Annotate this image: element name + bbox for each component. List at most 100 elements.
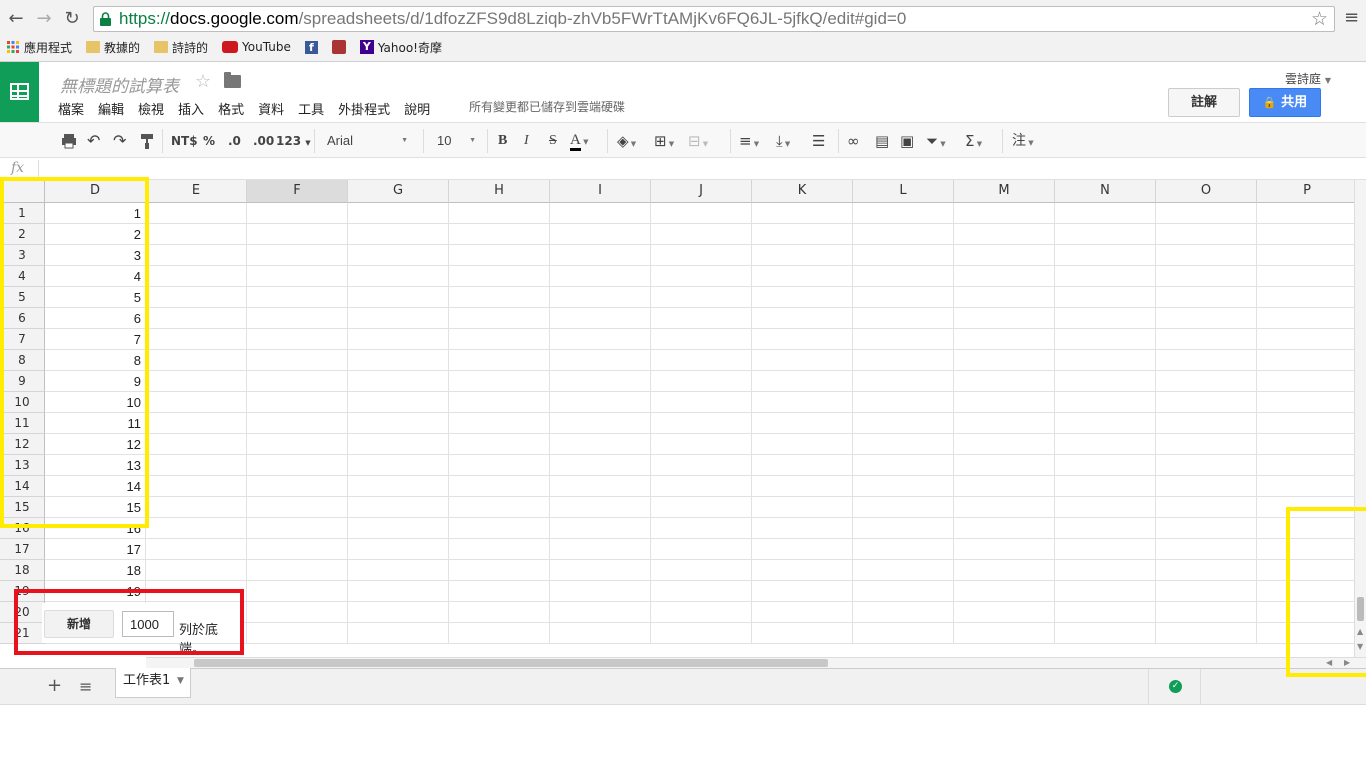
cell-l1[interactable] [853, 203, 954, 224]
italic-button[interactable]: I [524, 131, 529, 151]
cell-f18[interactable] [247, 560, 348, 581]
cell-g21[interactable] [348, 623, 449, 644]
cell-e9[interactable] [146, 371, 247, 392]
cell-d11[interactable]: 11 [45, 413, 146, 434]
cell-m17[interactable] [954, 539, 1055, 560]
cell-p9[interactable] [1257, 371, 1354, 392]
cell-n20[interactable] [1055, 602, 1156, 623]
vertical-align-icon[interactable]: ⤓ ▼ [776, 131, 790, 151]
text-color-button[interactable]: A ▼ [570, 131, 600, 151]
cell-d1[interactable]: 1 [45, 203, 146, 224]
cell-j13[interactable] [651, 455, 752, 476]
cell-f12[interactable] [247, 434, 348, 455]
cell-n9[interactable] [1055, 371, 1156, 392]
cell-h12[interactable] [449, 434, 550, 455]
user-account[interactable]: 雲詩庭 ▼ [1285, 70, 1331, 87]
rows-count-input[interactable] [122, 611, 174, 637]
cell-o21[interactable] [1156, 623, 1257, 644]
paint-format-icon[interactable] [140, 133, 154, 149]
cell-h9[interactable] [449, 371, 550, 392]
cell-i20[interactable] [550, 602, 651, 623]
row-header[interactable]: 10 [0, 392, 45, 413]
cell-n4[interactable] [1055, 266, 1156, 287]
cell-f19[interactable] [247, 581, 348, 602]
forward-arrow-icon[interactable]: → [33, 8, 55, 30]
column-header-n[interactable]: N [1055, 180, 1156, 203]
menu-edit[interactable]: 編輯 [98, 99, 124, 118]
cell-p1[interactable] [1257, 203, 1354, 224]
cell-k18[interactable] [752, 560, 853, 581]
cell-d6[interactable]: 6 [45, 308, 146, 329]
cell-f13[interactable] [247, 455, 348, 476]
cell-j1[interactable] [651, 203, 752, 224]
cell-n3[interactable] [1055, 245, 1156, 266]
vertical-scrollbar[interactable]: ▲ ▼ [1354, 180, 1366, 657]
cell-f7[interactable] [247, 329, 348, 350]
row-header[interactable]: 7 [0, 329, 45, 350]
cell-k2[interactable] [752, 224, 853, 245]
cell-p8[interactable] [1257, 350, 1354, 371]
cell-p12[interactable] [1257, 434, 1354, 455]
cell-h17[interactable] [449, 539, 550, 560]
cell-e13[interactable] [146, 455, 247, 476]
address-bar[interactable]: https://docs.google.com/spreadsheets/d/1… [93, 6, 1335, 32]
percent-format-button[interactable]: % [203, 131, 215, 151]
cell-l16[interactable] [853, 518, 954, 539]
cell-e8[interactable] [146, 350, 247, 371]
cell-o12[interactable] [1156, 434, 1257, 455]
star-icon[interactable]: ☆ [195, 71, 211, 92]
bookmark-youtube[interactable]: YouTube [222, 38, 291, 56]
cell-g16[interactable] [348, 518, 449, 539]
cell-p11[interactable] [1257, 413, 1354, 434]
column-header-p[interactable]: P [1257, 180, 1354, 203]
column-header-g[interactable]: G [348, 180, 449, 203]
cell-o4[interactable] [1156, 266, 1257, 287]
cell-i14[interactable] [550, 476, 651, 497]
cell-l15[interactable] [853, 497, 954, 518]
cell-l11[interactable] [853, 413, 954, 434]
cell-j20[interactable] [651, 602, 752, 623]
cell-n7[interactable] [1055, 329, 1156, 350]
add-sheet-button[interactable]: + [47, 675, 62, 696]
cell-h16[interactable] [449, 518, 550, 539]
cell-l4[interactable] [853, 266, 954, 287]
cell-n16[interactable] [1055, 518, 1156, 539]
cell-j15[interactable] [651, 497, 752, 518]
cell-h13[interactable] [449, 455, 550, 476]
reload-icon[interactable]: ↻ [61, 8, 83, 30]
cell-k13[interactable] [752, 455, 853, 476]
cell-l7[interactable] [853, 329, 954, 350]
cell-f2[interactable] [247, 224, 348, 245]
borders-icon[interactable]: ⊞ ▼ [654, 131, 674, 151]
horizontal-scrollbar[interactable]: ◀ ▶ [146, 657, 1366, 668]
scroll-down-icon[interactable]: ▼ [1357, 642, 1363, 651]
column-header-l[interactable]: L [853, 180, 954, 203]
insert-comment-icon[interactable]: ▤ [875, 131, 889, 151]
cell-n13[interactable] [1055, 455, 1156, 476]
row-header[interactable]: 3 [0, 245, 45, 266]
cell-o8[interactable] [1156, 350, 1257, 371]
cell-p3[interactable] [1257, 245, 1354, 266]
cell-k12[interactable] [752, 434, 853, 455]
select-all-corner[interactable] [0, 180, 45, 203]
cell-e6[interactable] [146, 308, 247, 329]
cell-m20[interactable] [954, 602, 1055, 623]
column-header-k[interactable]: K [752, 180, 853, 203]
cell-p4[interactable] [1257, 266, 1354, 287]
cell-o9[interactable] [1156, 371, 1257, 392]
cell-k11[interactable] [752, 413, 853, 434]
cell-e10[interactable] [146, 392, 247, 413]
cell-i19[interactable] [550, 581, 651, 602]
cell-n12[interactable] [1055, 434, 1156, 455]
cell-g15[interactable] [348, 497, 449, 518]
cell-i18[interactable] [550, 560, 651, 581]
redo-icon[interactable]: ↷ [113, 131, 126, 151]
cell-o7[interactable] [1156, 329, 1257, 350]
cell-e19[interactable] [146, 581, 247, 602]
cell-i4[interactable] [550, 266, 651, 287]
row-header[interactable]: 19 [0, 581, 45, 602]
cell-p10[interactable] [1257, 392, 1354, 413]
chevron-down-icon[interactable]: ▼ [177, 668, 184, 694]
cell-f3[interactable] [247, 245, 348, 266]
cell-l2[interactable] [853, 224, 954, 245]
